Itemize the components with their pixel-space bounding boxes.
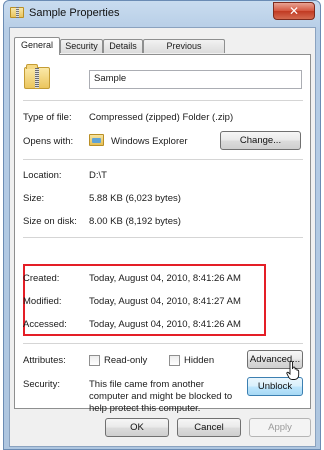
hand-cursor-icon bbox=[286, 361, 300, 380]
location-value: D:\T bbox=[89, 170, 107, 181]
zip-folder-icon bbox=[24, 64, 50, 89]
location-label: Location: bbox=[23, 170, 62, 181]
created-label: Created: bbox=[23, 273, 60, 284]
zip-folder-icon bbox=[10, 7, 24, 18]
name-input[interactable]: Sample bbox=[89, 70, 302, 89]
general-panel: Sample Type of file: Compressed (zipped)… bbox=[14, 54, 311, 414]
opens-with-label: Opens with: bbox=[23, 136, 74, 147]
properties-window: Sample Properties ✕ General Security Det… bbox=[3, 0, 321, 450]
separator bbox=[23, 100, 303, 101]
tab-security[interactable]: Security bbox=[60, 39, 103, 53]
read-only-label: Read-only bbox=[104, 355, 148, 366]
security-text-line1: This file came from another bbox=[89, 379, 205, 390]
apply-button[interactable]: Apply bbox=[249, 418, 311, 437]
hidden-checkbox[interactable] bbox=[169, 355, 180, 366]
separator bbox=[23, 237, 303, 238]
type-label: Type of file: bbox=[23, 112, 72, 123]
change-button[interactable]: Change... bbox=[220, 131, 301, 150]
modified-value: Today, August 04, 2010, 8:41:27 AM bbox=[89, 296, 241, 307]
accessed-value: Today, August 04, 2010, 8:41:26 AM bbox=[89, 319, 241, 330]
type-value: Compressed (zipped) Folder (.zip) bbox=[89, 112, 234, 123]
accessed-label: Accessed: bbox=[23, 319, 67, 330]
windows-explorer-icon bbox=[89, 134, 104, 146]
size-on-disk-value: 8.00 KB (8,192 bytes) bbox=[89, 216, 181, 227]
title-bar[interactable]: Sample Properties ✕ bbox=[4, 1, 320, 27]
close-icon: ✕ bbox=[288, 4, 300, 18]
created-value: Today, August 04, 2010, 8:41:26 AM bbox=[89, 273, 241, 284]
ok-button[interactable]: OK bbox=[105, 418, 169, 437]
separator bbox=[23, 159, 303, 160]
security-label: Security: bbox=[23, 379, 60, 390]
size-on-disk-label: Size on disk: bbox=[23, 216, 77, 227]
tab-details[interactable]: Details bbox=[103, 39, 143, 53]
security-text-line3: help protect this computer. bbox=[89, 403, 201, 414]
read-only-checkbox[interactable] bbox=[89, 355, 100, 366]
separator bbox=[23, 343, 303, 344]
close-button[interactable]: ✕ bbox=[273, 2, 315, 20]
attributes-label: Attributes: bbox=[23, 355, 66, 366]
size-label: Size: bbox=[23, 193, 45, 204]
hidden-label: Hidden bbox=[184, 355, 215, 366]
tab-previous-versions[interactable]: Previous Versions bbox=[143, 39, 225, 64]
size-value: 5.88 KB (6,023 bytes) bbox=[89, 193, 181, 204]
modified-label: Modified: bbox=[23, 296, 62, 307]
window-title: Sample Properties bbox=[29, 7, 120, 19]
opens-with-value: Windows Explorer bbox=[111, 136, 188, 147]
cancel-button[interactable]: Cancel bbox=[177, 418, 241, 437]
dialog-client: General Security Details Previous Versio… bbox=[9, 27, 316, 447]
tab-general[interactable]: General bbox=[14, 37, 60, 55]
security-text-line2: computer and might be blocked to bbox=[89, 391, 233, 402]
